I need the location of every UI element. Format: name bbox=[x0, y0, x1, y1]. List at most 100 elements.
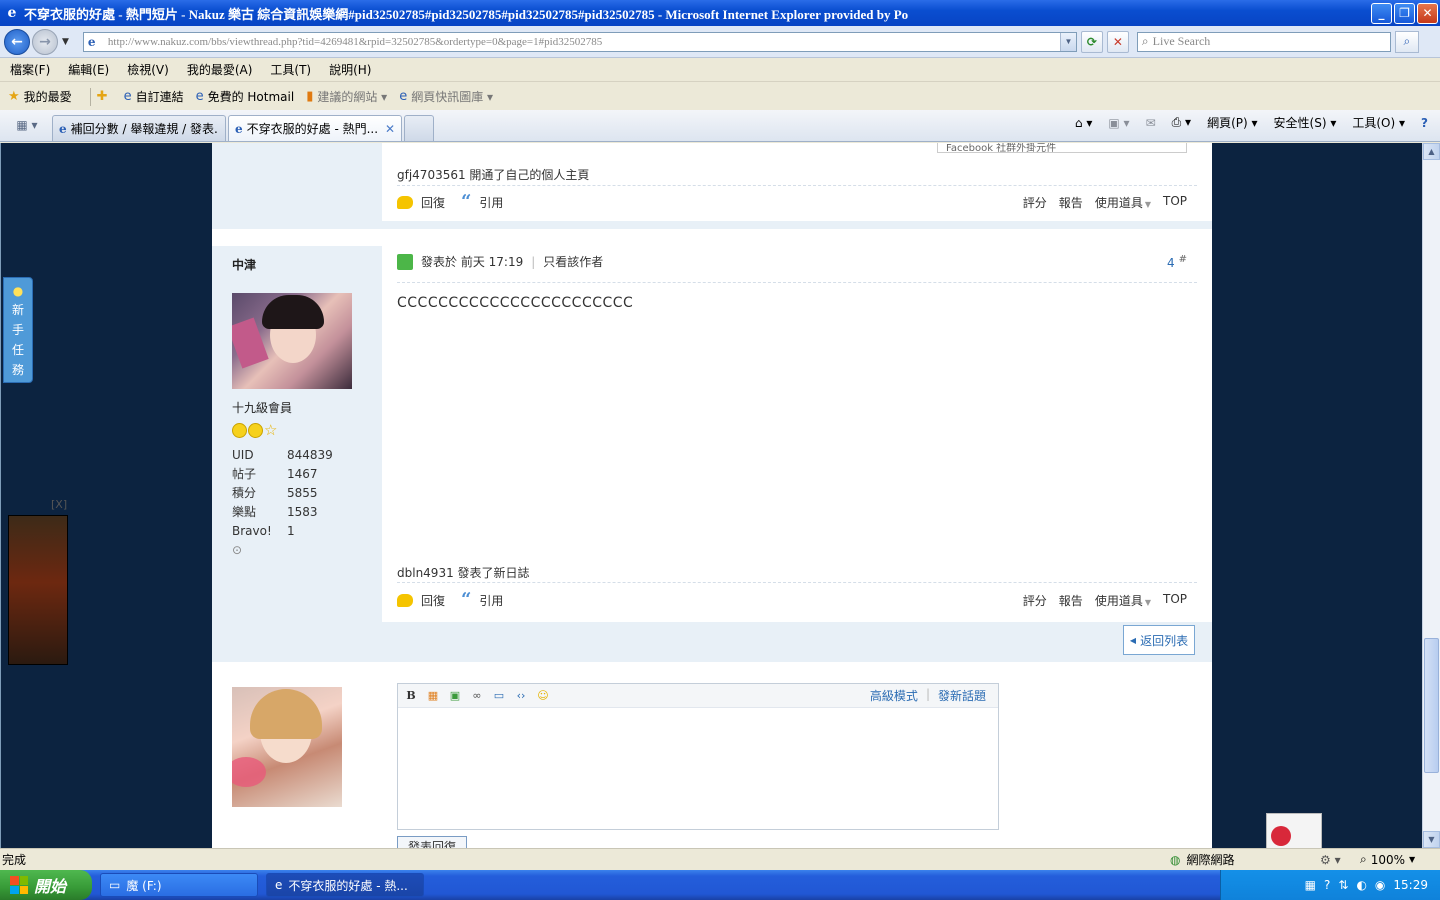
scroll-up-icon[interactable]: ▲ bbox=[1423, 143, 1440, 160]
refresh-button[interactable]: ⟳ bbox=[1080, 30, 1103, 53]
address-bar[interactable]: e http://www.nakuz.com/bbs/viewthread.ph… bbox=[82, 31, 1077, 52]
start-button[interactable]: 開始 bbox=[0, 870, 92, 900]
use-tools-link[interactable]: 使用道具 ▼ bbox=[1095, 592, 1151, 609]
favorites-button[interactable]: ★ 我的最愛 bbox=[8, 88, 72, 105]
rate-link[interactable]: 評分 bbox=[1023, 194, 1047, 211]
back-to-list-button[interactable]: ◀ 返回列表 bbox=[1123, 625, 1195, 655]
help-icon[interactable]: ? bbox=[1324, 878, 1330, 892]
maximize-button[interactable]: ❐ bbox=[1394, 2, 1415, 24]
floating-ad-banner[interactable] bbox=[8, 515, 68, 665]
link-icon[interactable]: ∞ bbox=[470, 689, 484, 703]
fav-hotmail[interactable]: e 免費的 Hotmail bbox=[196, 88, 295, 105]
back-button[interactable]: ← bbox=[4, 28, 30, 55]
close-button[interactable]: ✕ bbox=[1417, 2, 1438, 24]
corner-widget[interactable] bbox=[1266, 813, 1322, 848]
stop-button[interactable]: ✕ bbox=[1106, 30, 1129, 53]
submit-reply-button[interactable]: 發表回復 bbox=[397, 836, 467, 848]
page-menu[interactable]: 網頁(P) ▾ bbox=[1207, 114, 1257, 131]
taskbar-item-drive[interactable]: ▭ 魔 (F:) bbox=[100, 873, 258, 897]
tab-current[interactable]: e 不穿衣服的好處 - 熱門... ✕ bbox=[228, 115, 402, 141]
add-star-icon: ✚ bbox=[96, 89, 108, 104]
protected-mode-icon[interactable]: ⚙ ▾ bbox=[1320, 853, 1360, 867]
quote-button[interactable]: “ 引用 bbox=[461, 193, 503, 211]
add-favorite-button[interactable]: ✚ bbox=[97, 89, 112, 104]
smiley-icon bbox=[248, 423, 263, 438]
help-icon[interactable]: ? bbox=[1421, 116, 1428, 130]
author-avatar[interactable] bbox=[232, 293, 352, 389]
shield-icon[interactable]: ◉ bbox=[1375, 878, 1385, 892]
new-tab-button[interactable] bbox=[404, 115, 434, 141]
clock[interactable]: 15:29 bbox=[1393, 878, 1428, 892]
tab-label: 補回分數 / 舉報違規 / 發表... bbox=[70, 122, 219, 136]
menu-favorites[interactable]: 我的最愛(A) bbox=[187, 61, 253, 78]
report-link[interactable]: 報告 bbox=[1059, 194, 1083, 211]
address-input[interactable]: http://www.nakuz.com/bbs/viewthread.php?… bbox=[108, 36, 1060, 48]
feeds-icon[interactable]: ▣ ▾ bbox=[1108, 116, 1129, 130]
suggested-sites-icon: ▮ bbox=[306, 89, 314, 104]
new-topic-link[interactable]: 發新話題 bbox=[938, 687, 986, 704]
rate-link[interactable]: 評分 bbox=[1023, 592, 1047, 609]
keyboard-icon[interactable]: ▦ bbox=[1305, 878, 1316, 892]
network-icon[interactable]: ⇅ bbox=[1338, 878, 1348, 892]
safety-menu[interactable]: 安全性(S) ▾ bbox=[1274, 114, 1337, 131]
quote-button[interactable]: “ 引用 bbox=[461, 591, 503, 609]
scroll-thumb[interactable] bbox=[1424, 638, 1439, 773]
menu-edit[interactable]: 編輯(E) bbox=[68, 61, 109, 78]
stat-row: UID 844839 bbox=[232, 445, 333, 464]
current-user-avatar[interactable] bbox=[232, 687, 342, 807]
use-tools-label: 使用道具 bbox=[1094, 593, 1143, 608]
minimize-button[interactable]: _ bbox=[1371, 2, 1392, 24]
tab-label: 不穿衣服的好處 - 熱門... bbox=[246, 122, 379, 136]
ie-page-icon: e bbox=[399, 89, 408, 104]
menu-help[interactable]: 說明(H) bbox=[329, 61, 371, 78]
mail-icon[interactable]: ✉ bbox=[1146, 116, 1156, 130]
quick-tabs-button[interactable]: ▦ ▾ bbox=[6, 113, 48, 137]
zoom-control[interactable]: ⌕ 100% ▼ bbox=[1360, 852, 1440, 867]
print-icon[interactable]: ⎙ ▾ bbox=[1172, 115, 1191, 130]
search-go-button[interactable]: ⌕ bbox=[1394, 30, 1419, 53]
menu-view[interactable]: 檢視(V) bbox=[127, 61, 169, 78]
reply-button[interactable]: 回復 bbox=[397, 194, 445, 211]
smiley-icon bbox=[232, 423, 247, 438]
scroll-down-icon[interactable]: ▼ bbox=[1423, 831, 1440, 848]
top-link[interactable]: TOP bbox=[1163, 194, 1187, 211]
color-icon[interactable]: ▦ bbox=[426, 689, 440, 703]
advanced-mode-link[interactable]: 高級模式 bbox=[870, 687, 918, 704]
close-tab-icon[interactable]: ✕ bbox=[385, 122, 395, 136]
fav-web-slice-gallery[interactable]: e 網頁快訊圖庫 ▾ bbox=[399, 88, 493, 105]
fav-suggested-sites[interactable]: ▮ 建議的網站 ▾ bbox=[306, 88, 387, 105]
ad-close-button[interactable]: [X] bbox=[51, 498, 67, 511]
menu-tools[interactable]: 工具(T) bbox=[270, 61, 311, 78]
author-name[interactable]: 中津 bbox=[232, 256, 256, 273]
top-link[interactable]: TOP bbox=[1163, 592, 1187, 609]
tools-menu[interactable]: 工具(O) ▾ bbox=[1352, 114, 1405, 131]
code-icon[interactable]: ‹› bbox=[514, 689, 528, 703]
fav-custom-links[interactable]: e 自訂連結 bbox=[124, 88, 184, 105]
stat-key: Bravo! bbox=[232, 523, 272, 538]
reply-button[interactable]: 回復 bbox=[397, 592, 445, 609]
address-dropdown-icon[interactable]: ▼ bbox=[1059, 32, 1076, 51]
home-icon[interactable]: ⌂ ▾ bbox=[1075, 116, 1092, 130]
avatar-hair bbox=[262, 295, 324, 329]
search-input[interactable]: ⌕ Live Search bbox=[1136, 31, 1391, 52]
menu-file[interactable]: 檔案(F) bbox=[10, 61, 50, 78]
vertical-scrollbar[interactable]: ▲ ▼ bbox=[1422, 143, 1440, 848]
report-link[interactable]: 報告 bbox=[1059, 592, 1083, 609]
floor-number[interactable]: 4 # bbox=[1167, 254, 1187, 270]
reply-textarea[interactable] bbox=[398, 708, 998, 829]
online-status-icon[interactable]: ⊙ bbox=[232, 540, 333, 559]
quote-block-icon[interactable]: ▭ bbox=[492, 689, 506, 703]
image-icon[interactable]: ▣ bbox=[448, 689, 462, 703]
smiley-icon[interactable]: ☺ bbox=[536, 689, 550, 703]
taskbar-item-ie[interactable]: e 不穿衣服的好處 - 熱... bbox=[266, 873, 424, 897]
history-dropdown-icon[interactable]: ▼ bbox=[62, 37, 69, 47]
tab-report[interactable]: e 補回分數 / 舉報違規 / 發表... bbox=[52, 115, 226, 141]
forward-button[interactable]: → bbox=[32, 28, 58, 55]
only-author-link[interactable]: 只看該作者 bbox=[543, 253, 603, 270]
bold-icon[interactable]: B bbox=[404, 689, 418, 703]
caret-down-icon: ▼ bbox=[1144, 597, 1151, 607]
use-tools-link[interactable]: 使用道具 ▼ bbox=[1095, 194, 1151, 211]
volume-icon[interactable]: ◐ bbox=[1356, 878, 1366, 892]
newbie-tasks-tab[interactable]: ● 新 手 任 務 bbox=[3, 277, 33, 383]
star-icon: ★ bbox=[8, 89, 20, 104]
